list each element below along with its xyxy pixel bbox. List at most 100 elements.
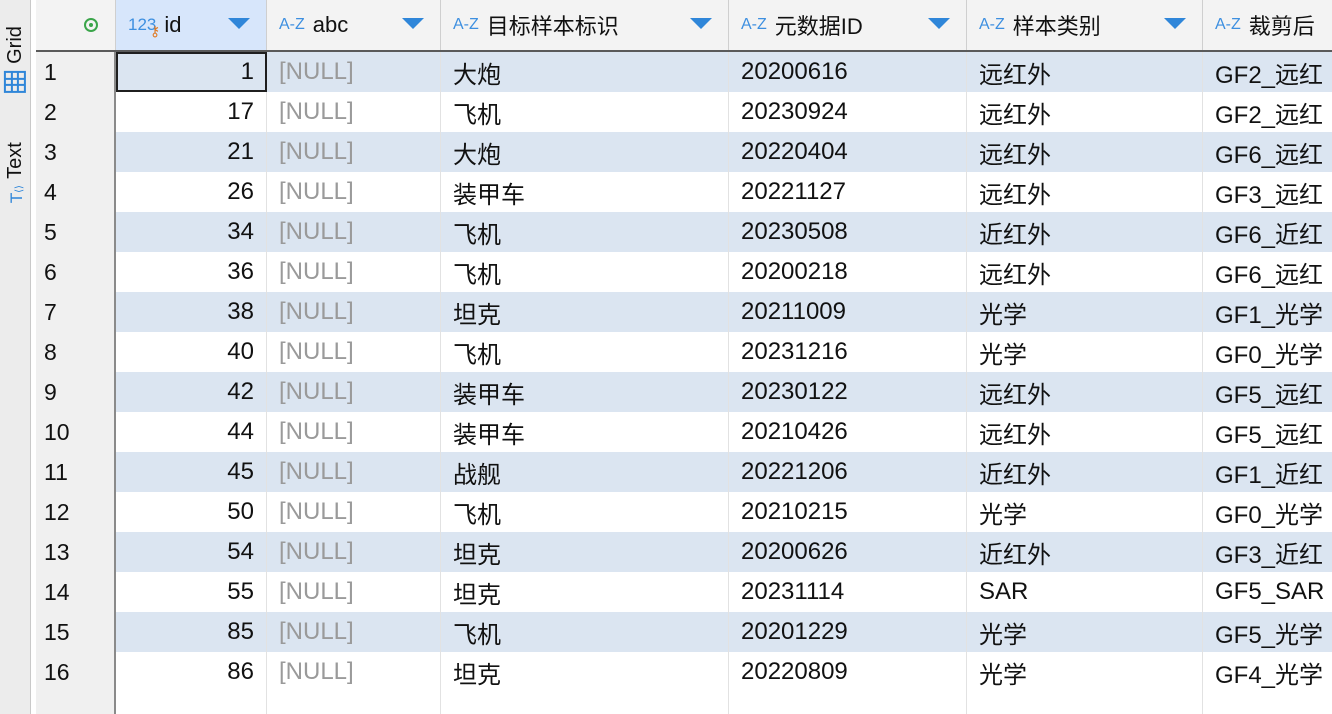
category-cell[interactable]: 光学 <box>967 332 1203 372</box>
row-number-cell[interactable]: 4 <box>36 172 116 212</box>
table-row[interactable]: 11 45 [NULL] 战舰 20221206 近红外 GF1_近红 <box>36 452 1332 493</box>
row-number-cell[interactable]: 8 <box>36 332 116 372</box>
category-cell[interactable]: 近红外 <box>967 452 1203 492</box>
cropped-cell[interactable]: GF4_光学 <box>1203 652 1332 692</box>
abc-cell[interactable]: [NULL] <box>267 532 441 572</box>
select-all-corner[interactable] <box>36 0 116 50</box>
cropped-cell[interactable]: GF1_近红 <box>1203 452 1332 492</box>
id-cell[interactable]: 54 <box>116 532 267 572</box>
category-cell[interactable]: 光学 <box>967 652 1203 692</box>
category-cell[interactable]: 远红外 <box>967 92 1203 132</box>
meta-id-cell[interactable]: 20220404 <box>729 132 967 172</box>
row-number-cell[interactable]: 15 <box>36 612 116 652</box>
table-row[interactable]: 2 17 [NULL] 飞机 20230924 远红外 GF2_远红 <box>36 92 1332 133</box>
target-cell[interactable]: 飞机 <box>441 492 729 532</box>
category-cell[interactable]: 远红外 <box>967 412 1203 452</box>
abc-cell[interactable]: [NULL] <box>267 132 441 172</box>
row-number-cell[interactable]: 5 <box>36 212 116 252</box>
id-cell[interactable]: 21 <box>116 132 267 172</box>
cropped-cell[interactable]: GF1_光学 <box>1203 292 1332 332</box>
abc-cell[interactable]: [NULL] <box>267 412 441 452</box>
column-header-cropped[interactable]: A-Z 裁剪后 <box>1203 0 1332 50</box>
table-row[interactable]: 4 26 [NULL] 装甲车 20221127 远红外 GF3_远红 <box>36 172 1332 213</box>
target-cell[interactable]: 装甲车 <box>441 412 729 452</box>
id-cell[interactable]: 40 <box>116 332 267 372</box>
id-cell[interactable]: 50 <box>116 492 267 532</box>
meta-id-cell[interactable]: 20200626 <box>729 532 967 572</box>
table-row[interactable]: 16 86 [NULL] 坦克 20220809 光学 GF4_光学 <box>36 652 1332 693</box>
target-cell[interactable]: 装甲车 <box>441 172 729 212</box>
table-row[interactable]: 7 38 [NULL] 坦克 20211009 光学 GF1_光学 <box>36 292 1332 333</box>
abc-cell[interactable]: [NULL] <box>267 52 441 92</box>
abc-cell[interactable]: [NULL] <box>267 652 441 692</box>
column-header-category[interactable]: A-Z 样本类别 <box>967 0 1203 50</box>
id-cell[interactable]: 36 <box>116 252 267 292</box>
cropped-cell[interactable]: GF5_光学 <box>1203 612 1332 652</box>
cropped-cell[interactable]: GF3_远红 <box>1203 172 1332 212</box>
abc-cell[interactable]: [NULL] <box>267 92 441 132</box>
category-cell[interactable]: 远红外 <box>967 52 1203 92</box>
meta-id-cell[interactable]: 20201229 <box>729 612 967 652</box>
target-cell[interactable]: 大炮 <box>441 132 729 172</box>
meta-id-cell[interactable]: 20230924 <box>729 92 967 132</box>
table-row[interactable]: 5 34 [NULL] 飞机 20230508 近红外 GF6_近红 <box>36 212 1332 253</box>
row-number-cell[interactable]: 16 <box>36 652 116 692</box>
abc-cell[interactable]: [NULL] <box>267 612 441 652</box>
id-cell[interactable]: 86 <box>116 652 267 692</box>
cropped-cell[interactable]: GF0_光学 <box>1203 332 1332 372</box>
column-header-abc[interactable]: A-Z abc <box>267 0 441 50</box>
category-cell[interactable]: 近红外 <box>967 532 1203 572</box>
abc-cell[interactable]: [NULL] <box>267 332 441 372</box>
row-number-cell[interactable]: 9 <box>36 372 116 412</box>
row-number-cell[interactable]: 14 <box>36 572 116 612</box>
meta-id-cell[interactable]: 20231216 <box>729 332 967 372</box>
target-cell[interactable]: 坦克 <box>441 652 729 692</box>
sort-dropdown-icon[interactable] <box>228 18 250 29</box>
row-number-cell[interactable]: 3 <box>36 132 116 172</box>
target-cell[interactable]: 坦克 <box>441 292 729 332</box>
tab-grid[interactable]: Grid <box>0 0 30 120</box>
row-number-cell[interactable]: 13 <box>36 532 116 572</box>
meta-id-cell[interactable]: 20210426 <box>729 412 967 452</box>
id-cell[interactable]: 85 <box>116 612 267 652</box>
id-cell[interactable]: 44 <box>116 412 267 452</box>
row-number-cell[interactable]: 2 <box>36 92 116 132</box>
abc-cell[interactable]: [NULL] <box>267 252 441 292</box>
cropped-cell[interactable]: GF6_近红 <box>1203 212 1332 252</box>
meta-id-cell[interactable]: 20221206 <box>729 452 967 492</box>
category-cell[interactable]: 光学 <box>967 292 1203 332</box>
meta-id-cell[interactable]: 20230122 <box>729 372 967 412</box>
meta-id-cell[interactable]: 20221127 <box>729 172 967 212</box>
meta-id-cell[interactable]: 20200218 <box>729 252 967 292</box>
target-cell[interactable]: 飞机 <box>441 612 729 652</box>
target-cell[interactable]: 大炮 <box>441 52 729 92</box>
category-cell[interactable]: 远红外 <box>967 132 1203 172</box>
target-cell[interactable]: 飞机 <box>441 332 729 372</box>
target-cell[interactable]: 飞机 <box>441 212 729 252</box>
id-cell[interactable]: 38 <box>116 292 267 332</box>
category-cell[interactable]: 远红外 <box>967 372 1203 412</box>
table-row[interactable]: 8 40 [NULL] 飞机 20231216 光学 GF0_光学 <box>36 332 1332 373</box>
id-cell[interactable]: 1 <box>116 52 267 92</box>
meta-id-cell[interactable]: 20210215 <box>729 492 967 532</box>
category-cell[interactable]: 光学 <box>967 612 1203 652</box>
category-cell[interactable]: 远红外 <box>967 172 1203 212</box>
table-row[interactable]: 10 44 [NULL] 装甲车 20210426 远红外 GF5_远红 <box>36 412 1332 453</box>
abc-cell[interactable]: [NULL] <box>267 492 441 532</box>
id-cell[interactable]: 17 <box>116 92 267 132</box>
cropped-cell[interactable]: GF3_近红 <box>1203 532 1332 572</box>
row-number-cell[interactable]: 10 <box>36 412 116 452</box>
cropped-cell[interactable]: GF2_远红 <box>1203 92 1332 132</box>
abc-cell[interactable]: [NULL] <box>267 372 441 412</box>
table-row[interactable]: 6 36 [NULL] 飞机 20200218 远红外 GF6_远红 <box>36 252 1332 293</box>
sort-dropdown-icon[interactable] <box>1164 18 1186 29</box>
table-row[interactable]: 12 50 [NULL] 飞机 20210215 光学 GF0_光学 <box>36 492 1332 533</box>
row-number-cell[interactable]: 6 <box>36 252 116 292</box>
row-number-cell[interactable]: 7 <box>36 292 116 332</box>
tab-text[interactable]: T ⟨⟩ Text <box>0 118 30 228</box>
table-row[interactable]: 13 54 [NULL] 坦克 20200626 近红外 GF3_近红 <box>36 532 1332 573</box>
cropped-cell[interactable]: GF0_光学 <box>1203 492 1332 532</box>
id-cell[interactable]: 42 <box>116 372 267 412</box>
row-number-cell[interactable]: 12 <box>36 492 116 532</box>
cropped-cell[interactable]: GF6_远红 <box>1203 132 1332 172</box>
